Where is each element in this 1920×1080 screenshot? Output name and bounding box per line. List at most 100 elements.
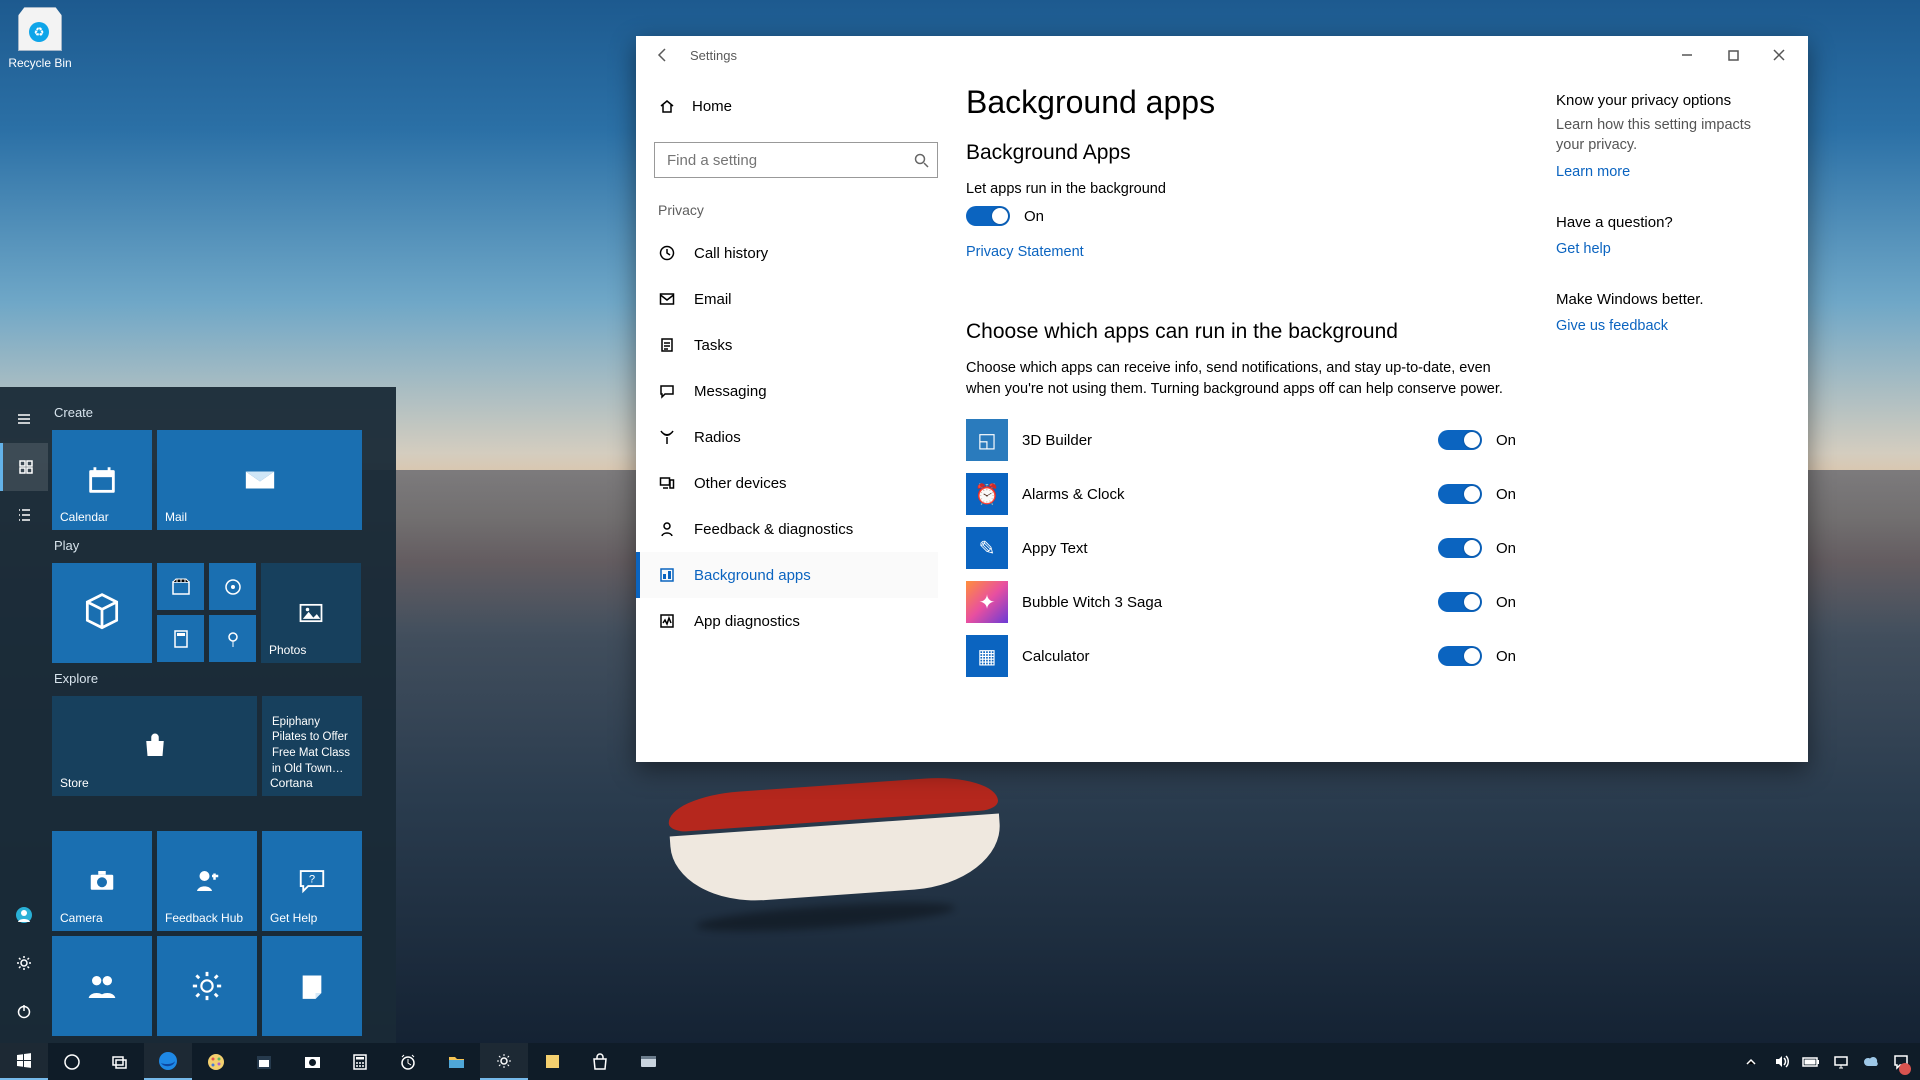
tile-3d[interactable] bbox=[52, 563, 152, 663]
aside-title-3: Make Windows better. bbox=[1556, 291, 1778, 308]
app-row: ◱ 3D Builder On bbox=[966, 416, 1516, 464]
taskbar-calendar[interactable] bbox=[240, 1043, 288, 1080]
tile-settings[interactable] bbox=[157, 936, 257, 1036]
settings-window: Settings Home Privacy Call history bbox=[636, 36, 1808, 762]
learn-more-link[interactable]: Learn more bbox=[1556, 164, 1630, 180]
app-toggle[interactable] bbox=[1438, 484, 1482, 504]
maximize-button[interactable] bbox=[1710, 36, 1756, 74]
master-toggle-state: On bbox=[1024, 208, 1044, 225]
tray-network-icon[interactable] bbox=[1828, 1043, 1854, 1080]
app-list: ◱ 3D Builder On ⏰ Alarms & Clock On ✎ Ap… bbox=[966, 416, 1516, 680]
wallpaper-boat bbox=[666, 764, 1004, 907]
tasks-icon bbox=[658, 336, 676, 354]
start-settings-button[interactable] bbox=[0, 939, 48, 987]
taskbar-calculator[interactable] bbox=[336, 1043, 384, 1080]
tile-mail[interactable]: Mail bbox=[157, 430, 362, 530]
app-toggle-state: On bbox=[1496, 432, 1516, 449]
recycle-bin[interactable]: ♻ Recycle Bin bbox=[3, 7, 77, 70]
app-icon: ◱ bbox=[966, 419, 1008, 461]
app-name: Bubble Witch 3 Saga bbox=[1022, 594, 1162, 611]
taskbar-alarms[interactable] bbox=[384, 1043, 432, 1080]
app-toggle[interactable] bbox=[1438, 430, 1482, 450]
tray-onedrive-icon[interactable] bbox=[1858, 1043, 1884, 1080]
group-explore[interactable]: Explore bbox=[54, 671, 384, 686]
search-box[interactable] bbox=[654, 142, 938, 178]
tile-maps[interactable] bbox=[209, 615, 256, 662]
tile-photos[interactable]: Photos bbox=[261, 563, 361, 663]
taskbar-camera[interactable] bbox=[288, 1043, 336, 1080]
tile-movies[interactable] bbox=[157, 563, 204, 610]
history-icon bbox=[658, 244, 676, 262]
give-feedback-link[interactable]: Give us feedback bbox=[1556, 318, 1668, 334]
titlebar: Settings bbox=[636, 36, 1808, 74]
start-power-button[interactable] bbox=[0, 987, 48, 1035]
back-button[interactable] bbox=[642, 36, 684, 74]
tray-overflow[interactable] bbox=[1738, 1043, 1764, 1080]
tray-battery-icon[interactable] bbox=[1798, 1043, 1824, 1080]
tile-feedback-hub[interactable]: Feedback Hub bbox=[157, 831, 257, 931]
tile-store[interactable]: Store bbox=[52, 696, 257, 796]
tile-calc[interactable] bbox=[157, 615, 204, 662]
app-toggle[interactable] bbox=[1438, 538, 1482, 558]
group-create[interactable]: Create bbox=[54, 405, 384, 420]
tray-action-center[interactable] bbox=[1888, 1043, 1914, 1080]
tray-volume-icon[interactable] bbox=[1768, 1043, 1794, 1080]
home-nav[interactable]: Home bbox=[654, 86, 938, 126]
tile-notes[interactable] bbox=[262, 936, 362, 1036]
section-desc: Choose which apps can receive info, send… bbox=[966, 358, 1516, 400]
app-toggle[interactable] bbox=[1438, 646, 1482, 666]
taskbar-paint[interactable] bbox=[192, 1043, 240, 1080]
feedback-icon bbox=[658, 520, 676, 538]
aside-title-1: Know your privacy options bbox=[1556, 92, 1778, 109]
taskbar-app[interactable] bbox=[624, 1043, 672, 1080]
tile-camera[interactable]: Camera bbox=[52, 831, 152, 931]
tile-groove[interactable] bbox=[209, 563, 256, 610]
taskbar-edge[interactable] bbox=[144, 1043, 192, 1080]
start-all-apps-button[interactable] bbox=[0, 491, 48, 539]
tile-calendar[interactable]: Calendar bbox=[52, 430, 152, 530]
aside-sub-1: Learn how this setting impacts your priv… bbox=[1556, 115, 1778, 156]
diagnostics-icon bbox=[658, 612, 676, 630]
nav-tasks[interactable]: Tasks bbox=[636, 322, 938, 368]
taskbar bbox=[0, 1043, 1920, 1080]
app-name: Appy Text bbox=[1022, 540, 1088, 557]
start-user-button[interactable] bbox=[0, 891, 48, 939]
taskbar-sticky-notes[interactable] bbox=[528, 1043, 576, 1080]
tile-people[interactable] bbox=[52, 936, 152, 1036]
nav-messaging[interactable]: Messaging bbox=[636, 368, 938, 414]
group-play[interactable]: Play bbox=[54, 538, 384, 553]
nav-other-devices[interactable]: Other devices bbox=[636, 460, 938, 506]
taskbar-settings[interactable] bbox=[480, 1043, 528, 1080]
app-toggle-state: On bbox=[1496, 648, 1516, 665]
app-row: ✦ Bubble Witch 3 Saga On bbox=[966, 578, 1516, 626]
cortana-button[interactable] bbox=[48, 1043, 96, 1080]
window-title: Settings bbox=[684, 48, 737, 63]
task-view-button[interactable] bbox=[96, 1043, 144, 1080]
home-icon bbox=[658, 97, 676, 115]
taskbar-store[interactable] bbox=[576, 1043, 624, 1080]
minimize-button[interactable] bbox=[1664, 36, 1710, 74]
close-button[interactable] bbox=[1756, 36, 1802, 74]
settings-content: Background apps Background Apps Let apps… bbox=[966, 84, 1526, 762]
nav-call-history[interactable]: Call history bbox=[636, 230, 938, 276]
start-button[interactable] bbox=[0, 1043, 48, 1080]
master-toggle[interactable] bbox=[966, 206, 1010, 226]
taskbar-explorer[interactable] bbox=[432, 1043, 480, 1080]
nav-radios[interactable]: Radios bbox=[636, 414, 938, 460]
nav-app-diagnostics[interactable]: App diagnostics bbox=[636, 598, 938, 644]
search-input[interactable] bbox=[667, 152, 914, 169]
app-toggle[interactable] bbox=[1438, 592, 1482, 612]
nav-feedback-diagnostics[interactable]: Feedback & diagnostics bbox=[636, 506, 938, 552]
nav-background-apps[interactable]: Background apps bbox=[636, 552, 938, 598]
nav-email[interactable]: Email bbox=[636, 276, 938, 322]
messaging-icon bbox=[658, 382, 676, 400]
privacy-statement-link[interactable]: Privacy Statement bbox=[966, 244, 1084, 260]
app-icon: ✎ bbox=[966, 527, 1008, 569]
tile-cortana[interactable]: Epiphany Pilates to Offer Free Mat Class… bbox=[262, 696, 362, 796]
settings-sidebar: Home Privacy Call history Email Tasks bbox=[636, 74, 956, 762]
tile-get-help[interactable]: ? Get Help bbox=[262, 831, 362, 931]
start-expand-button[interactable] bbox=[0, 395, 48, 443]
start-pinned-button[interactable] bbox=[0, 443, 48, 491]
get-help-link[interactable]: Get help bbox=[1556, 241, 1611, 257]
app-name: Calculator bbox=[1022, 648, 1090, 665]
